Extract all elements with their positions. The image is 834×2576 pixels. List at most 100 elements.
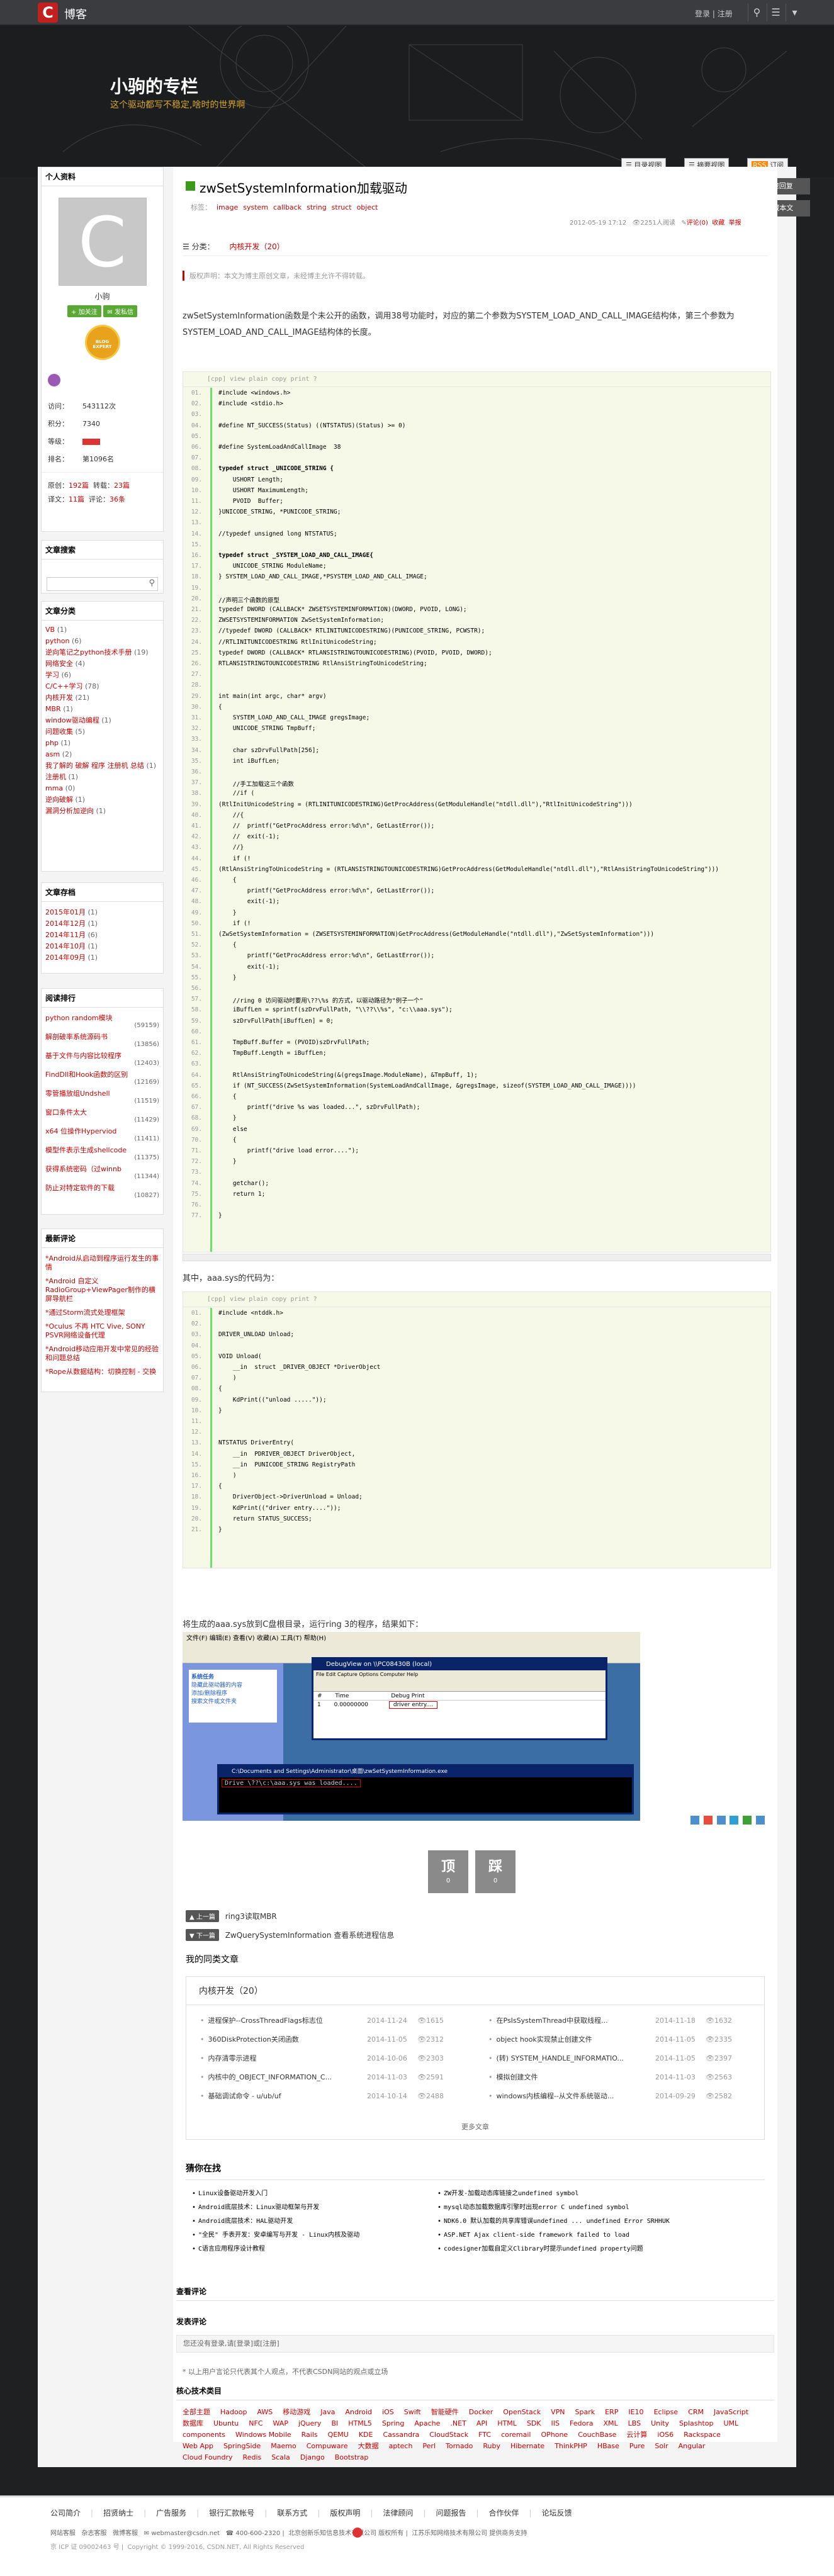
sidebar-item-label[interactable]: 逆向笔记之python技术手册	[45, 648, 132, 656]
sidebar-item[interactable]: 内核开发 (21)	[42, 692, 163, 704]
downvote-button[interactable]: 踩0	[475, 1850, 516, 1893]
tech-tag-link[interactable]: ThinkPHP	[555, 2441, 587, 2452]
tag-link[interactable]: string	[307, 203, 327, 211]
tech-tag-link[interactable]: 智能硬件	[431, 2407, 459, 2418]
tech-tag-link[interactable]: Cassandra	[383, 2429, 419, 2441]
login-link[interactable]: 登录	[695, 9, 710, 18]
latest-comment-item[interactable]: *Oculus 不再 HTC Vive, SONY PSVR网络设备代理	[42, 1321, 163, 1344]
service-link[interactable]: 网站客服	[50, 2530, 76, 2537]
similar-item[interactable]: • 基础调试命令 - u/ub/uf 2014-10-14 👁2488	[200, 2087, 465, 2106]
sidebar-item[interactable]: 2014年11月 (6)	[42, 930, 163, 941]
tag-link[interactable]: system	[243, 203, 268, 211]
guess-item[interactable]: • ASP.NET Ajax client-side framework fail…	[437, 2229, 765, 2242]
sidebar-item-label[interactable]: C/C++学习	[45, 682, 83, 690]
tech-tag-link[interactable]: WAP	[273, 2418, 288, 2429]
tech-tag-link[interactable]: Spark	[575, 2407, 595, 2418]
follow-button[interactable]: + 加关注	[67, 305, 101, 317]
favorite-link[interactable]: 收藏	[712, 220, 724, 227]
similar-item[interactable]: • windows内核编程--从文件系统驱动... 2014-09-29 👁2582	[488, 2087, 753, 2106]
guess-item[interactable]: • Linux设备驱动开发入门	[192, 2187, 456, 2201]
sidebar-item[interactable]: 2014年12月 (1)	[42, 918, 163, 930]
sidebar-item-label[interactable]: python	[45, 637, 69, 645]
sidebar-item[interactable]: 2015年01月 (1)	[42, 907, 163, 918]
sidebar-item[interactable]: 网络安全 (4)	[42, 658, 163, 670]
similar-item-title[interactable]: (转) SYSTEM_HANDLE_INFORMATIO...	[497, 2054, 624, 2062]
tech-tag-link[interactable]: Tornado	[446, 2441, 473, 2452]
similar-item[interactable]: • (转) SYSTEM_HANDLE_INFORMATIO... 2014-11-…	[488, 2049, 753, 2068]
sidebar-item-label[interactable]: 2014年11月	[45, 931, 86, 939]
tech-tag-link[interactable]: AWS	[257, 2407, 273, 2418]
guess-item-title[interactable]: "全民" 手表开发：安卓编写与开发 - Linux内核及驱动	[198, 2232, 359, 2239]
sidebar-item-label[interactable]: 2014年10月	[45, 942, 86, 950]
latest-comment-item[interactable]: *Android移动应用开发中常见的经验和问题总结	[42, 1344, 163, 1366]
sidebar-item[interactable]: 2014年09月 (1)	[42, 952, 163, 964]
similar-item-title[interactable]: 基础调试命令 - u/ub/uf	[208, 2092, 281, 2100]
tag-link[interactable]: object	[357, 203, 378, 211]
similar-item[interactable]: • 在PsIsSystemThread中获取线程... 2014-11-18 👁163…	[488, 2011, 753, 2030]
tech-tag-link[interactable]: Angular	[679, 2441, 706, 2452]
sidebar-item-label[interactable]: 学习	[45, 671, 59, 679]
tech-tag-link[interactable]: iOS6	[657, 2429, 673, 2441]
tech-tag-link[interactable]: IE10	[628, 2407, 643, 2418]
tech-tag-link[interactable]: JavaScript	[714, 2407, 748, 2418]
similar-item-title[interactable]: 内核中的_OBJECT_INFORMATION_C...	[208, 2073, 332, 2081]
tech-tag-link[interactable]: Redis	[243, 2452, 262, 2463]
tech-tag-link[interactable]: ERP	[605, 2407, 618, 2418]
sidebar-item-label[interactable]: 注册机	[45, 773, 66, 781]
tech-tag-link[interactable]: CouchBase	[578, 2429, 616, 2441]
share-icon[interactable]	[690, 1816, 699, 1825]
tech-tag-link[interactable]: CloudStack	[429, 2429, 468, 2441]
comments-link[interactable]: 评论(0)	[687, 220, 708, 227]
similar-item-title[interactable]: 模拟创建文件	[497, 2073, 538, 2081]
code-scrollbar[interactable]	[183, 1254, 771, 1261]
weibo-link[interactable]: 微博客服	[113, 2530, 138, 2537]
tag-link[interactable]: image	[217, 203, 238, 211]
similar-item-title[interactable]: object hook实现禁止创建文件	[497, 2035, 592, 2044]
tech-tag-link[interactable]: Hibernate	[510, 2441, 544, 2452]
tech-tag-link[interactable]: HBase	[597, 2441, 619, 2452]
upvote-button[interactable]: 顶0	[428, 1850, 468, 1893]
guess-item[interactable]: • Android底层技术：HAL驱动开发	[192, 2215, 456, 2229]
popular-item[interactable]: 窗口条件太大 (11429)	[42, 1107, 163, 1126]
sidebar-item-label[interactable]: 我了解的 破解 程序 注册机 总结	[45, 762, 144, 770]
guess-item-title[interactable]: Linux设备驱动开发入门	[198, 2190, 268, 2197]
tech-tag-link[interactable]: OPhone	[541, 2429, 568, 2441]
latest-comment-item[interactable]: *Android从启动到程序运行发生的事情	[42, 1253, 163, 1276]
message-button[interactable]: ✉ 发私信	[103, 305, 137, 317]
guess-item[interactable]: • "全民" 手表开发：安卓编写与开发 - Linux内核及驱动	[192, 2229, 456, 2242]
tech-tag-link[interactable]: 移动游戏	[283, 2407, 310, 2418]
tech-tag-link[interactable]: HTML5	[348, 2418, 372, 2429]
tech-tag-link[interactable]: KDE	[359, 2429, 373, 2441]
tech-tag-link[interactable]: 大数据	[358, 2441, 379, 2452]
guess-item[interactable]: • mysql动态加载数据库引擎时出现error C undefined symb…	[437, 2201, 765, 2215]
similar-item-title[interactable]: windows内核编程--从文件系统驱动...	[497, 2092, 614, 2100]
guess-item-title[interactable]: codesigner加载自定义Clibrary时提示undefined prop…	[444, 2246, 643, 2253]
magazine-link[interactable]: 杂志客服	[82, 2530, 107, 2537]
sidebar-item[interactable]: C/C++学习 (78)	[42, 681, 163, 692]
sidebar-item[interactable]: 问题收集 (5)	[42, 726, 163, 738]
tech-tag-link[interactable]: Spring	[382, 2418, 405, 2429]
guess-item-title[interactable]: ZW开发-加载动态库链接之undefined symbol	[444, 2190, 578, 2197]
latest-comment-item[interactable]: *Rope从数据结构：切换控制 - 交换	[42, 1366, 163, 1380]
tech-tag-link[interactable]: UML	[724, 2418, 739, 2429]
share-icon[interactable]	[756, 1816, 765, 1825]
tech-tag-link[interactable]: API	[476, 2418, 487, 2429]
popular-item[interactable]: python random模块 (59159)	[42, 1013, 163, 1032]
guess-item-title[interactable]: C语言应用程序设计教程	[198, 2246, 265, 2253]
guess-item-title[interactable]: Android底层技术：Linux驱动框架与开发	[198, 2204, 319, 2211]
popular-item[interactable]: 基于文件与内容比较程序 (12403)	[42, 1050, 163, 1069]
footer-link[interactable]: 法律顾问	[383, 2509, 413, 2517]
sidebar-item[interactable]: 漏洞分析加逆向 (1)	[42, 806, 163, 817]
report-link[interactable]: 举报	[729, 220, 741, 227]
explorer-pane-item[interactable]: 添加/删除程序	[191, 1689, 274, 1697]
tech-tag-link[interactable]: Eclipse	[654, 2407, 679, 2418]
footer-email[interactable]: webmaster@csdn.net	[151, 2530, 220, 2537]
tech-tag-link[interactable]: Cloud Foundry	[183, 2452, 233, 2463]
tech-tag-link[interactable]: Hadoop	[220, 2407, 247, 2418]
share-icon[interactable]	[703, 1816, 713, 1825]
similar-item-title[interactable]: 在PsIsSystemThread中获取线程...	[497, 2016, 608, 2025]
tech-tag-link[interactable]: Perl	[422, 2441, 436, 2452]
popular-item[interactable]: 获得系统密码（过winnb (11344)	[42, 1164, 163, 1183]
brand-text[interactable]: 博客	[64, 6, 87, 22]
article-title[interactable]: zwSetSystemInformation加载驱动	[200, 178, 407, 196]
